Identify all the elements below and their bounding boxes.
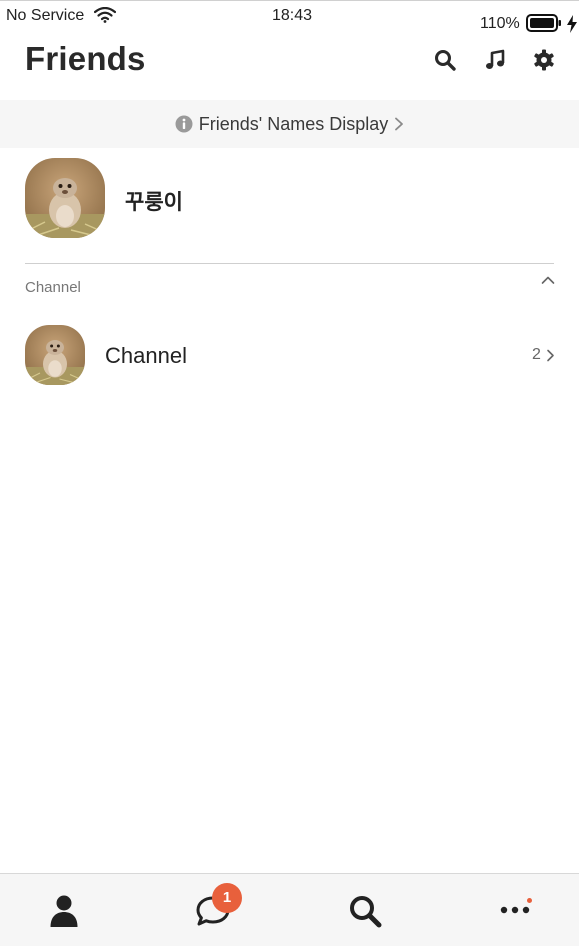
tab-bar: 1 [0,873,579,946]
names-display-content: Friends' Names Display [0,100,579,148]
channel-count: 2 [532,346,541,363]
header: Friends [0,34,579,98]
music-note-icon[interactable] [483,48,507,72]
search-tab[interactable] [315,874,415,946]
avatar-image [25,158,105,238]
divider [25,263,554,264]
battery-icon [526,14,561,32]
info-icon [175,115,193,133]
channel-avatar [25,325,85,385]
chevron-up-icon[interactable] [540,274,556,286]
status-bar: No Service 18:43 110% [0,0,579,34]
unread-badge: 1 [212,883,242,913]
my-profile-row[interactable]: 꾸룽이 [0,154,579,244]
names-display-banner[interactable]: Friends' Names Display [0,100,579,148]
profile-name: 꾸룽이 [125,191,183,214]
chevron-right-icon [395,117,404,131]
charging-bolt-icon [567,15,577,33]
new-indicator-dot [527,898,532,903]
avatar[interactable] [25,158,105,238]
chats-tab[interactable] [163,874,263,946]
person-icon [50,895,78,927]
clock: 18:43 [272,7,313,24]
page-title: Friends [25,40,146,77]
chevron-right-icon [547,349,554,362]
battery-percent: 110% [480,15,520,32]
channel-name: Channel [105,343,187,368]
carrier-label: No Service [6,7,85,24]
gear-icon[interactable] [532,48,556,72]
search-icon[interactable] [433,48,457,72]
names-display-label: Friends' Names Display [198,113,389,134]
more-dots-icon [500,906,530,914]
wifi-icon [94,7,116,23]
more-tab[interactable] [465,874,565,946]
search-icon [350,896,382,928]
list-item[interactable]: Channel 2 [0,320,579,392]
friends-tab[interactable] [14,874,114,946]
section-label: Channel [25,279,81,296]
channel-avatar-image [25,325,85,385]
channel-section-header[interactable]: Channel [0,270,579,304]
